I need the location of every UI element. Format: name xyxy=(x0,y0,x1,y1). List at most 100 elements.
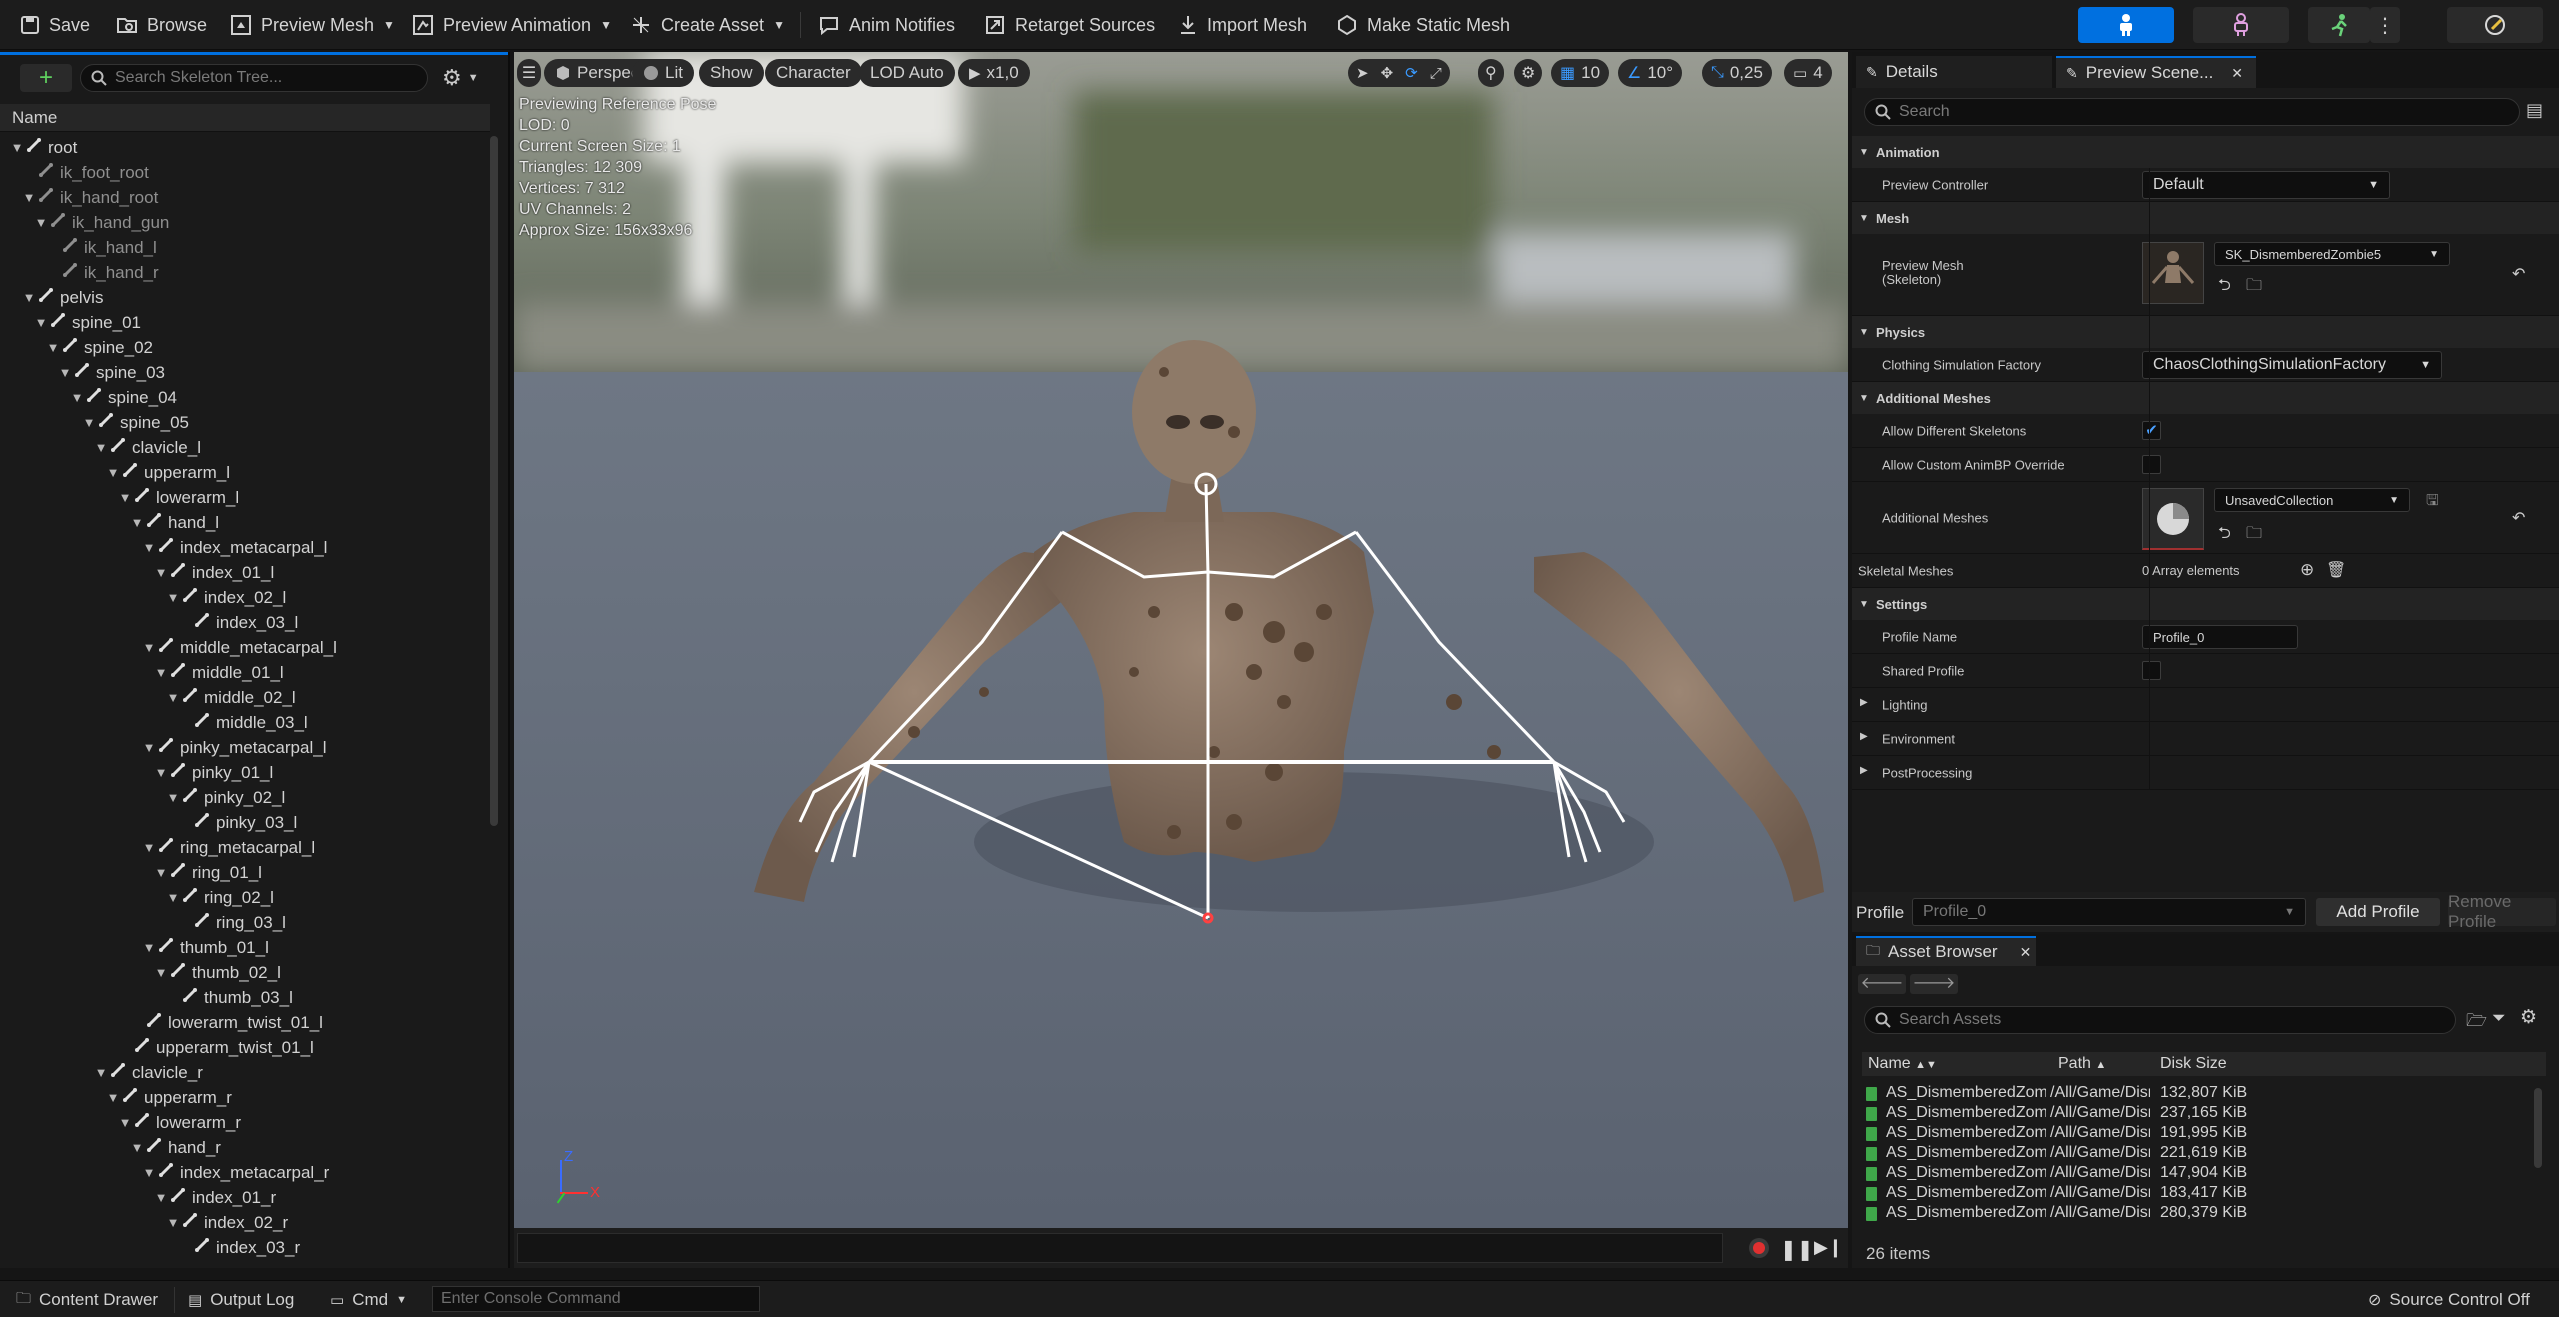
tree-row[interactable]: ▼ index_metacarpal_l xyxy=(142,535,328,560)
expand-arrow-icon[interactable]: ▼ xyxy=(46,340,60,355)
col-name-header[interactable]: Name ▲▼ xyxy=(1868,1055,1937,1073)
reset-arrow-icon[interactable]: ↶ xyxy=(2512,264,2525,284)
asset-row[interactable]: AS_DismemberedZombie5_Angry_2/All/Game/D… xyxy=(1862,1104,2532,1124)
tree-row[interactable]: ▼ pinky_metacarpal_l xyxy=(142,735,327,760)
tree-row[interactable]: ▼ ik_hand_gun xyxy=(34,210,170,235)
clothing-dropdown[interactable]: ChaosClothingSimulationFactory ▼ xyxy=(2142,351,2442,379)
col-size-header[interactable]: Disk Size xyxy=(2160,1055,2227,1073)
preview-mesh-button[interactable]: Preview Mesh ▼ xyxy=(230,8,395,42)
tree-row[interactable]: lowerarm_twist_01_l xyxy=(130,1010,323,1035)
table-view-button[interactable]: ▤ xyxy=(2526,100,2543,121)
world-local-button[interactable]: ⚲ xyxy=(1478,59,1504,87)
output-log-button[interactable]: ▤ Output Log xyxy=(188,1289,294,1311)
tree-row[interactable]: ▼ pinky_01_l xyxy=(154,760,274,785)
expand-arrow-icon[interactable]: ▼ xyxy=(166,890,180,905)
expand-arrow-icon[interactable]: ▼ xyxy=(118,490,132,505)
expand-arrow-icon[interactable]: ▼ xyxy=(22,190,36,205)
expand-arrow-icon[interactable]: ▼ xyxy=(142,1165,156,1180)
make-static-mesh-button[interactable]: Make Static Mesh xyxy=(1336,8,1510,42)
expand-arrow-icon[interactable]: ▼ xyxy=(82,415,96,430)
rotate-icon[interactable]: ⟳ xyxy=(1405,64,1418,82)
expand-arrow-icon[interactable]: ▼ xyxy=(154,865,168,880)
tree-column-header[interactable]: Name xyxy=(0,104,490,132)
tree-row[interactable]: ▼ thumb_02_l xyxy=(154,960,281,985)
allow-different-checkbox[interactable]: ✔ xyxy=(2142,421,2161,440)
tab-asset-browser[interactable]: 🗀 Asset Browser ✕ xyxy=(1856,936,2036,966)
content-drawer-button[interactable]: 🗀 Content Drawer xyxy=(16,1289,158,1311)
show-button[interactable]: Show xyxy=(699,59,764,87)
tree-settings-button[interactable]: ⚙ ▼ xyxy=(442,65,479,91)
tree-row[interactable]: ik_hand_l xyxy=(46,235,157,260)
tree-row[interactable]: ▼ root xyxy=(10,135,78,160)
expand-arrow-icon[interactable]: ▼ xyxy=(106,1090,120,1105)
source-control-button[interactable]: ⊘ Source Control Off xyxy=(2368,1289,2530,1311)
lit-button[interactable]: Lit xyxy=(632,59,694,87)
forward-button[interactable]: 🡒 xyxy=(1910,974,1958,994)
tree-row[interactable]: ring_03_l xyxy=(178,910,286,935)
move-icon[interactable]: ✥ xyxy=(1381,64,1394,82)
skeleton-search-input[interactable]: Search Skeleton Tree... xyxy=(80,64,428,92)
browse-button[interactable]: Browse xyxy=(116,8,207,42)
section-additional-meshes[interactable]: ▼ Additional Meshes xyxy=(1852,382,2559,414)
additional-meshes-dropdown[interactable]: UnsavedCollection ▼ xyxy=(2214,488,2410,512)
section-mesh[interactable]: ▼ Mesh xyxy=(1852,202,2559,234)
anim-notifies-button[interactable]: Anim Notifies xyxy=(818,8,955,42)
expand-arrow-icon[interactable]: ▼ xyxy=(142,540,156,555)
tree-row[interactable]: ▼ index_metacarpal_r xyxy=(142,1160,330,1185)
expand-arrow-icon[interactable]: ▼ xyxy=(94,440,108,455)
tree-row[interactable]: ▼ index_01_l xyxy=(154,560,275,585)
tree-row[interactable]: ▼ pinky_02_l xyxy=(166,785,286,810)
expand-arrow-icon[interactable]: ▼ xyxy=(70,390,84,405)
more-modes-button[interactable]: ⋮ xyxy=(2370,7,2400,43)
trash-icon[interactable]: 🗑 xyxy=(2326,560,2346,580)
tree-row[interactable]: ▼ middle_metacarpal_l xyxy=(142,635,337,660)
expand-arrow-icon[interactable]: ▼ xyxy=(130,1140,144,1155)
expand-arrow-icon[interactable]: ▼ xyxy=(10,140,24,155)
grid-snap-button[interactable]: ▦ 10 xyxy=(1551,59,1610,87)
tree-row[interactable]: ▼ hand_r xyxy=(130,1135,221,1160)
tree-row[interactable]: upperarm_twist_01_l xyxy=(118,1035,314,1060)
tree-row[interactable]: ▼ upperarm_l xyxy=(106,460,230,485)
physics-mode-button[interactable] xyxy=(2447,7,2543,43)
expand-arrow-icon[interactable]: ▼ xyxy=(130,515,144,530)
tree-row[interactable]: ▼ index_01_r xyxy=(154,1185,277,1210)
remove-profile-button[interactable]: Remove Profile xyxy=(2448,892,2556,931)
tree-row[interactable]: ▼ ik_hand_root xyxy=(22,185,159,210)
preview-mesh-dropdown[interactable]: SK_DismemberedZombie5 ▼ xyxy=(2214,242,2450,266)
mesh-mode-button[interactable] xyxy=(2193,7,2289,43)
reset-arrow-icon[interactable]: ↶ xyxy=(2512,508,2525,528)
filter-icon[interactable]: ⏷ xyxy=(2492,1008,2506,1028)
create-asset-button[interactable]: Create Asset ▼ xyxy=(630,8,785,42)
expand-arrow-icon[interactable]: ▼ xyxy=(166,690,180,705)
import-mesh-button[interactable]: Import Mesh xyxy=(1178,8,1307,42)
scale-snap-button[interactable]: ⤡ 0,25 xyxy=(1702,59,1772,87)
tab-preview-scene[interactable]: ✎ Preview Scene... ✕ xyxy=(2056,56,2256,88)
asset-row[interactable]: AS_DismemberedZombie5_Attack_2/All/Game/… xyxy=(1862,1144,2532,1164)
browse-folder-icon[interactable]: 🗀 xyxy=(2246,522,2262,549)
pause-button[interactable]: ❚❚ xyxy=(1780,1237,1814,1262)
tree-scrollbar-thumb[interactable] xyxy=(490,136,498,826)
add-element-icon[interactable]: ⊕ xyxy=(2300,560,2314,580)
expand-arrow-icon[interactable]: ▼ xyxy=(118,1115,132,1130)
expand-arrow-icon[interactable]: ▼ xyxy=(58,365,72,380)
tree-row[interactable]: ▼ spine_05 xyxy=(82,410,189,435)
add-bone-button[interactable]: + xyxy=(20,64,72,92)
expand-arrow-icon[interactable]: ▼ xyxy=(154,665,168,680)
expand-arrow-icon[interactable]: ▼ xyxy=(154,1190,168,1205)
tree-row[interactable]: ▼ spine_03 xyxy=(58,360,165,385)
mesh-thumbnail[interactable] xyxy=(2142,242,2204,304)
expand-arrow-icon[interactable]: ▼ xyxy=(166,590,180,605)
expand-arrow-icon[interactable]: ▼ xyxy=(142,840,156,855)
use-selected-icon[interactable]: ⮌ xyxy=(2218,522,2231,549)
tree-row[interactable]: index_03_r xyxy=(178,1235,300,1260)
asset-row[interactable]: AS_DismemberedZombie5_Attack_4/All/Game/… xyxy=(1862,1184,2532,1204)
asset-search-input[interactable]: Search Assets xyxy=(1864,1006,2456,1034)
expand-arrow-icon[interactable]: ▼ xyxy=(106,465,120,480)
details-search-input[interactable]: Search xyxy=(1864,98,2520,126)
tree-row[interactable]: ▼ index_02_r xyxy=(166,1210,289,1235)
expand-arrow-icon[interactable]: ▼ xyxy=(142,740,156,755)
expand-arrow-icon[interactable]: ▼ xyxy=(94,1065,108,1080)
tree-row[interactable]: ▼ ring_01_l xyxy=(154,860,262,885)
tree-row[interactable]: thumb_03_l xyxy=(166,985,293,1010)
tree-row[interactable]: ▼ thumb_01_l xyxy=(142,935,269,960)
